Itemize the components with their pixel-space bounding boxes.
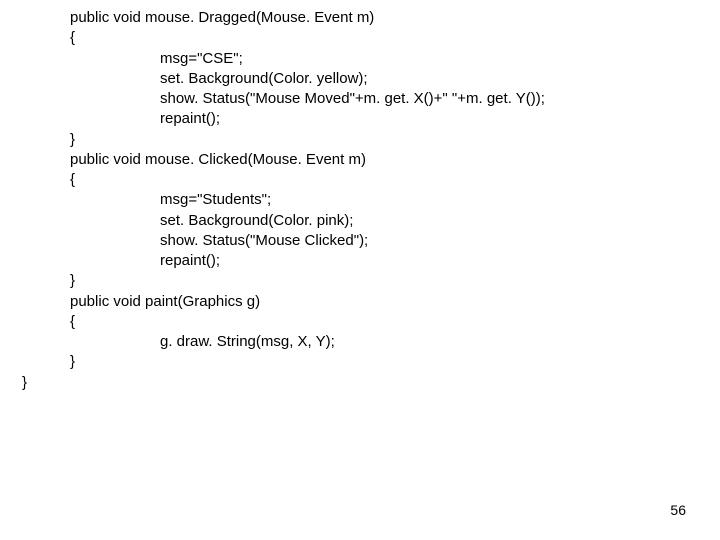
code-line: } <box>0 352 720 372</box>
code-line: msg="Students"; <box>0 190 720 210</box>
code-line: { <box>0 170 720 190</box>
page-number: 56 <box>670 502 686 518</box>
code-line: g. draw. String(msg, X, Y); <box>0 332 720 352</box>
code-line: public void mouse. Dragged(Mouse. Event … <box>0 8 720 28</box>
code-line: public void mouse. Clicked(Mouse. Event … <box>0 150 720 170</box>
code-line: public void paint(Graphics g) <box>0 292 720 312</box>
code-block: public void mouse. Dragged(Mouse. Event … <box>0 8 720 393</box>
code-line: } <box>0 130 720 150</box>
code-line: msg="CSE"; <box>0 49 720 69</box>
code-line: repaint(); <box>0 109 720 129</box>
code-line: repaint(); <box>0 251 720 271</box>
code-line: { <box>0 28 720 48</box>
code-line: } <box>0 271 720 291</box>
code-line: set. Background(Color. pink); <box>0 211 720 231</box>
code-line: set. Background(Color. yellow); <box>0 69 720 89</box>
code-line: } <box>0 373 720 393</box>
code-line: show. Status("Mouse Clicked"); <box>0 231 720 251</box>
code-line: { <box>0 312 720 332</box>
code-line: show. Status("Mouse Moved"+m. get. X()+"… <box>0 89 720 109</box>
